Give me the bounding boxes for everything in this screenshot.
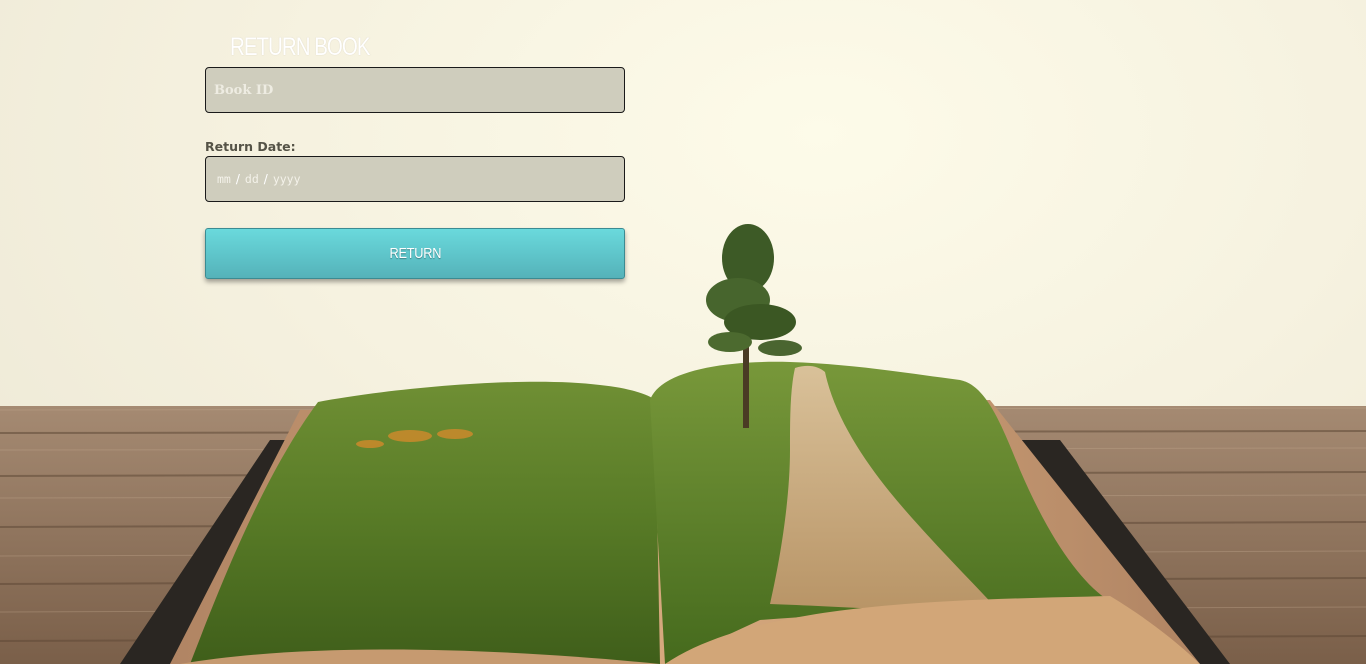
page-title: RETURN BOOK	[230, 33, 371, 61]
date-separator: /	[235, 172, 240, 186]
date-day-segment[interactable]: dd	[245, 172, 259, 186]
book-id-field[interactable]	[205, 67, 625, 113]
return-button[interactable]: RETURN	[205, 228, 625, 279]
date-year-segment[interactable]: yyyy	[273, 172, 301, 186]
book-id-input[interactable]	[206, 68, 624, 112]
date-month-segment[interactable]: mm	[217, 172, 231, 186]
date-separator: /	[263, 172, 268, 186]
return-date-label: Return Date:	[205, 139, 296, 154]
return-button-label: RETURN	[389, 245, 441, 262]
date-input[interactable]: mm / dd / yyyy	[206, 172, 301, 186]
return-date-field[interactable]: mm / dd / yyyy	[205, 156, 625, 202]
